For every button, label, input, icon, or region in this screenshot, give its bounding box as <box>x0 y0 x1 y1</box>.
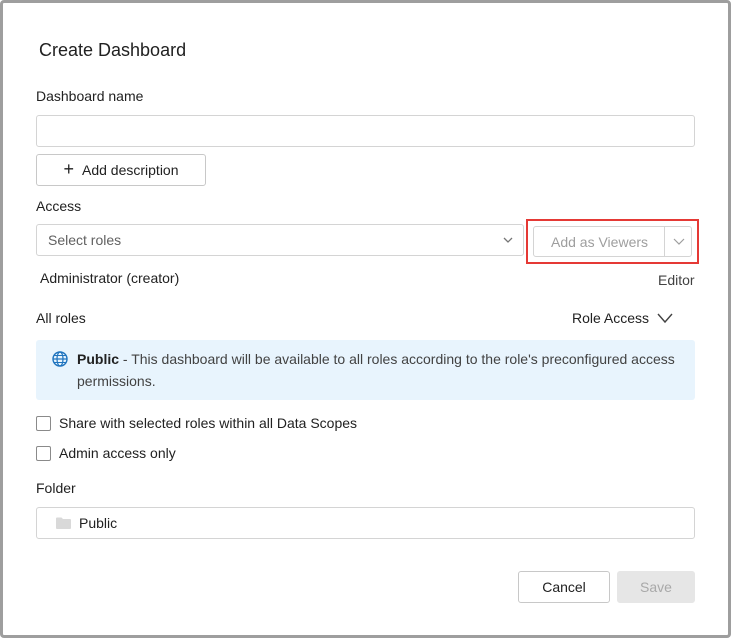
add-as-viewers-highlight: Add as Viewers <box>526 219 699 264</box>
public-info-text: Public - This dashboard will be availabl… <box>77 348 677 392</box>
cancel-button[interactable]: Cancel <box>518 571 610 603</box>
select-roles-dropdown[interactable]: Select roles <box>36 224 524 256</box>
public-info-banner: Public - This dashboard will be availabl… <box>36 340 695 400</box>
chevron-down-icon[interactable] <box>673 237 685 246</box>
folder-icon <box>56 517 71 529</box>
admin-access-only-option[interactable]: Admin access only <box>36 445 176 461</box>
dialog: Create Dashboard Dashboard name + Add de… <box>0 0 731 638</box>
select-roles-placeholder: Select roles <box>48 232 122 248</box>
add-description-label: Add description <box>82 162 179 178</box>
save-button[interactable]: Save <box>617 571 695 603</box>
chevron-down-icon <box>503 237 513 243</box>
add-as-viewers-split-button[interactable]: Add as Viewers <box>533 226 692 257</box>
creator-role: Editor <box>658 272 695 288</box>
folder-value: Public <box>79 515 118 531</box>
plus-icon: + <box>63 159 74 179</box>
split-divider <box>664 227 665 256</box>
folder-selector[interactable]: Public <box>36 507 695 539</box>
role-access-dropdown[interactable]: Role Access <box>572 310 673 326</box>
add-as-viewers-label: Add as Viewers <box>551 233 649 250</box>
dashboard-name-label: Dashboard name <box>36 88 144 104</box>
share-all-data-scopes-label: Share with selected roles within all Dat… <box>59 415 358 431</box>
add-description-button[interactable]: + Add description <box>36 154 206 186</box>
all-roles-label: All roles <box>36 310 86 326</box>
dashboard-name-input[interactable] <box>36 115 695 147</box>
folder-label: Folder <box>36 480 76 496</box>
chevron-down-icon <box>657 313 673 324</box>
public-info-description: - This dashboard will be available to al… <box>77 351 675 389</box>
globe-icon <box>52 351 68 367</box>
role-access-label: Role Access <box>572 310 650 326</box>
share-all-data-scopes-checkbox[interactable] <box>36 415 51 431</box>
share-all-data-scopes-option[interactable]: Share with selected roles within all Dat… <box>36 415 357 431</box>
admin-access-only-label: Admin access only <box>59 445 176 461</box>
public-info-bold: Public <box>77 351 120 367</box>
creator-name: Administrator (creator) <box>40 270 180 286</box>
access-label: Access <box>36 198 82 214</box>
admin-access-only-checkbox[interactable] <box>36 445 51 461</box>
dialog-title: Create Dashboard <box>39 40 187 60</box>
